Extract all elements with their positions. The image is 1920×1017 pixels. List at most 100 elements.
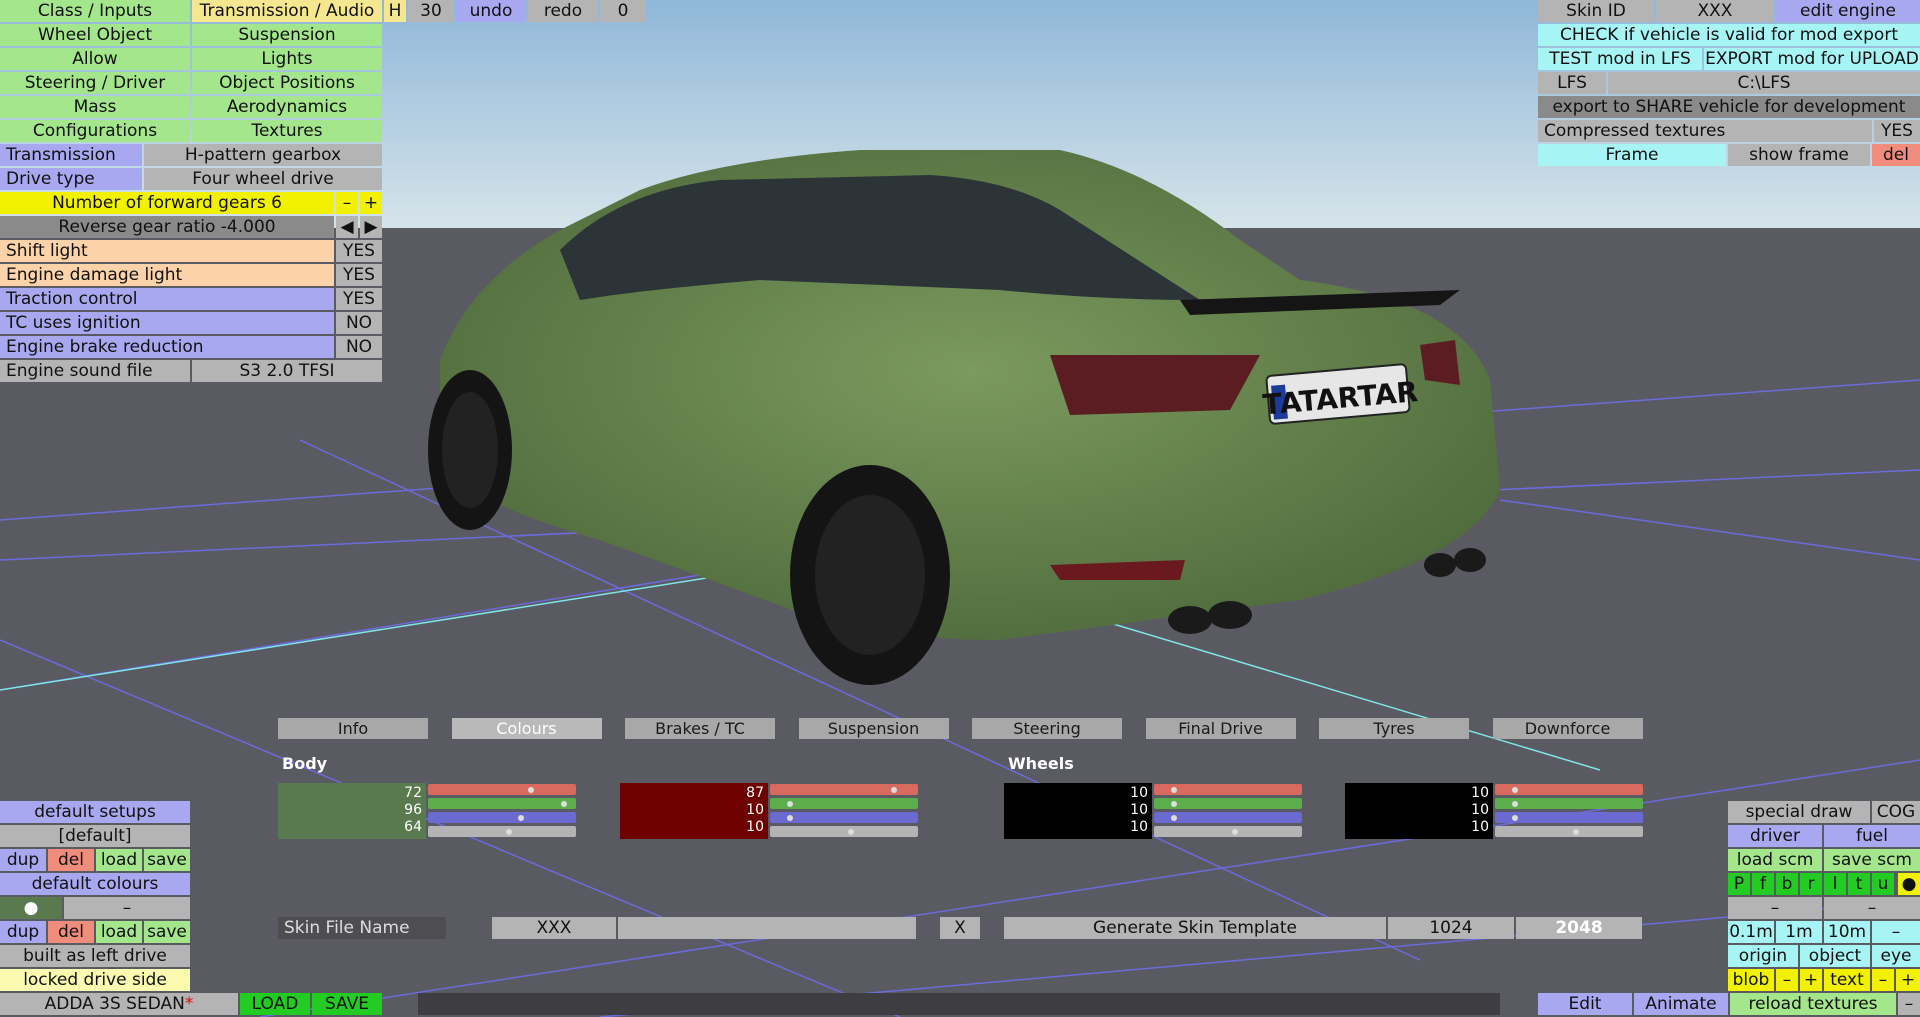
redo-button[interactable]: redo	[528, 0, 598, 22]
tab-final-drive[interactable]: Final Drive	[1145, 718, 1296, 739]
slider-handle[interactable]	[787, 815, 793, 821]
slider-handle[interactable]	[891, 787, 897, 793]
slider-handle[interactable]	[1573, 829, 1579, 835]
show-frame-button[interactable]: show frame	[1728, 144, 1870, 166]
edit-engine-button[interactable]: edit engine	[1776, 0, 1920, 22]
red-slider[interactable]	[1495, 784, 1643, 795]
slider-handle[interactable]	[1171, 801, 1177, 807]
menu-transmission-audio[interactable]: Transmission / Audio	[192, 0, 382, 22]
view-toggle-r[interactable]: r	[1800, 873, 1822, 895]
locked-drive-side-button[interactable]: locked drive side	[0, 969, 190, 991]
driver-button[interactable]: driver	[1728, 825, 1822, 847]
slider-handle[interactable]	[1232, 829, 1238, 835]
reverse-right-icon[interactable]: ▶	[360, 216, 382, 238]
view-toggle-u[interactable]: u	[1872, 873, 1894, 895]
colour-swatch[interactable]: 10 10 10	[1345, 783, 1493, 839]
colour-swatch[interactable]: 72 96 64	[278, 783, 426, 839]
load-button[interactable]: LOAD	[240, 993, 310, 1015]
blob-minus-button[interactable]: –	[1776, 969, 1798, 991]
menu-object-positions[interactable]: Object Positions	[192, 72, 382, 94]
text-button[interactable]: text	[1824, 969, 1870, 991]
setup-load-button[interactable]: load	[96, 849, 142, 871]
default-setups-button[interactable]: default setups	[0, 801, 190, 823]
blue-slider[interactable]	[1154, 812, 1302, 823]
alpha-slider[interactable]	[1495, 826, 1643, 837]
colour-swatch[interactable]: 87 10 10	[620, 783, 768, 839]
snap-dash-left[interactable]: –	[1728, 897, 1822, 919]
setup-save-button[interactable]: save	[144, 849, 190, 871]
check-valid-button[interactable]: CHECK if vehicle is valid for mod export	[1538, 24, 1920, 46]
menu-class-inputs[interactable]: Class / Inputs	[0, 0, 190, 22]
traction-control-toggle[interactable]: YES	[336, 288, 382, 310]
green-slider[interactable]	[770, 798, 918, 809]
tc-ignition-toggle[interactable]: NO	[336, 312, 382, 334]
sound-file-value[interactable]: S3 2.0 TFSI	[192, 360, 382, 382]
brake-reduction-toggle[interactable]: NO	[336, 336, 382, 358]
red-slider[interactable]	[1154, 784, 1302, 795]
menu-textures[interactable]: Textures	[192, 120, 382, 142]
test-mod-button[interactable]: TEST mod in LFS	[1538, 48, 1702, 70]
colour-load-button[interactable]: load	[96, 921, 142, 943]
view-eye-button[interactable]: eye	[1872, 945, 1920, 967]
slider-handle[interactable]	[1512, 801, 1518, 807]
colour-dup-button[interactable]: dup	[0, 921, 46, 943]
setup-default-item[interactable]: [default]	[0, 825, 190, 847]
slider-handle[interactable]	[506, 829, 512, 835]
tab-tyres[interactable]: Tyres	[1319, 718, 1469, 739]
skin-id-value[interactable]: XXX	[1656, 0, 1774, 22]
colour-swatch-dot[interactable]: ●	[0, 897, 62, 919]
reload-dash-button[interactable]: –	[1898, 993, 1920, 1015]
alpha-slider[interactable]	[1154, 826, 1302, 837]
blob-plus-button[interactable]: +	[1800, 969, 1822, 991]
cog-button[interactable]: COG	[1872, 801, 1920, 823]
view-object-button[interactable]: object	[1800, 945, 1870, 967]
menu-steering-driver[interactable]: Steering / Driver	[0, 72, 190, 94]
undo-button[interactable]: undo	[456, 0, 526, 22]
template-1024-button[interactable]: 1024	[1388, 917, 1514, 939]
slider-handle[interactable]	[528, 787, 534, 793]
tab-brakes-tc[interactable]: Brakes / TC	[625, 718, 775, 739]
skin-name-field[interactable]	[618, 917, 916, 939]
fuel-button[interactable]: fuel	[1824, 825, 1920, 847]
colour-del-button[interactable]: del	[48, 921, 94, 943]
save-button[interactable]: SAVE	[312, 993, 382, 1015]
slider-handle[interactable]	[1171, 787, 1177, 793]
default-colours-button[interactable]: default colours	[0, 873, 190, 895]
skin-clear-button[interactable]: X	[940, 917, 980, 939]
alpha-slider[interactable]	[770, 826, 918, 837]
colour-save-button[interactable]: save	[144, 921, 190, 943]
blue-slider[interactable]	[1495, 812, 1643, 823]
transmission-value[interactable]: H-pattern gearbox	[144, 144, 382, 166]
load-scm-button[interactable]: load scm	[1728, 849, 1822, 871]
tab-suspension[interactable]: Suspension	[798, 718, 949, 739]
menu-mass[interactable]: Mass	[0, 96, 190, 118]
green-slider[interactable]	[1495, 798, 1643, 809]
view-dot-icon[interactable]: ●	[1898, 873, 1920, 895]
blob-button[interactable]: blob	[1728, 969, 1774, 991]
step-10m-button[interactable]: 10m	[1824, 921, 1870, 943]
frame-button[interactable]: Frame	[1538, 144, 1726, 166]
slider-handle[interactable]	[1512, 787, 1518, 793]
alpha-slider[interactable]	[428, 826, 576, 837]
menu-lights[interactable]: Lights	[192, 48, 382, 70]
step-0-1m-button[interactable]: 0.1m	[1728, 921, 1774, 943]
menu-suspension[interactable]: Suspension	[192, 24, 382, 46]
view-toggle-l[interactable]: l	[1824, 873, 1846, 895]
export-mod-button[interactable]: EXPORT mod for UPLOAD	[1704, 48, 1920, 70]
drive-type-value[interactable]: Four wheel drive	[144, 168, 382, 190]
green-slider[interactable]	[1154, 798, 1302, 809]
step-minus-button[interactable]: –	[1872, 921, 1920, 943]
lfs-path[interactable]: C:\LFS	[1608, 72, 1920, 94]
special-draw-button[interactable]: special draw	[1728, 801, 1870, 823]
slider-handle[interactable]	[1512, 815, 1518, 821]
toolbar-30-button[interactable]: 30	[408, 0, 454, 22]
skin-name-value[interactable]: XXX	[492, 917, 616, 939]
slider-handle[interactable]	[561, 801, 567, 807]
export-share-button[interactable]: export to SHARE vehicle for development	[1538, 96, 1920, 118]
toolbar-h-button[interactable]: H	[384, 0, 406, 22]
built-left-drive-button[interactable]: built as left drive	[0, 945, 190, 967]
blue-slider[interactable]	[770, 812, 918, 823]
menu-configurations[interactable]: Configurations	[0, 120, 190, 142]
menu-wheel-object[interactable]: Wheel Object	[0, 24, 190, 46]
text-minus-button[interactable]: –	[1872, 969, 1894, 991]
